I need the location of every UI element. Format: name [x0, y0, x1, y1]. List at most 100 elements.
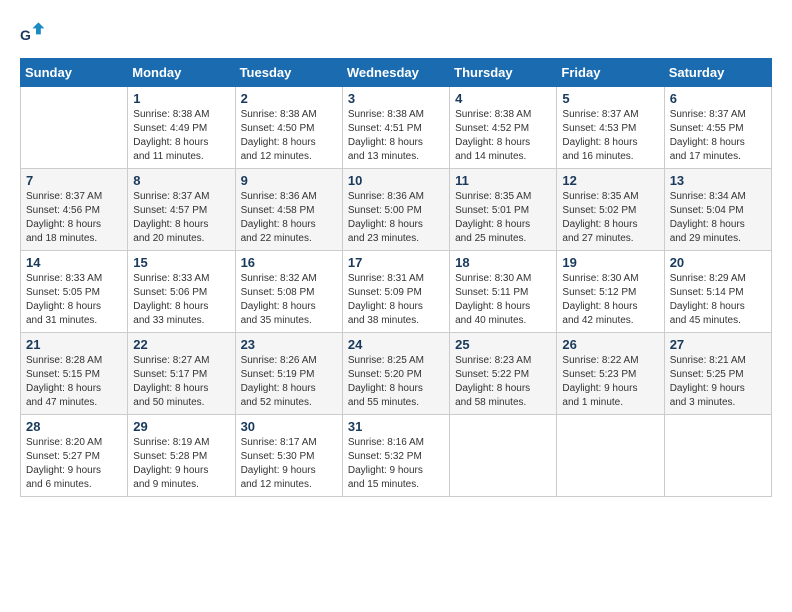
day-number: 10 [348, 173, 444, 188]
day-number: 3 [348, 91, 444, 106]
day-number: 11 [455, 173, 551, 188]
day-cell: 16 Sunrise: 8:32 AM Sunset: 5:08 PM Dayli… [235, 251, 342, 333]
day-number: 23 [241, 337, 337, 352]
day-number: 21 [26, 337, 122, 352]
day-number: 22 [133, 337, 229, 352]
day-number: 1 [133, 91, 229, 106]
day-cell: 5Sunrise: 8:37 AM Sunset: 4:53 PM Daylig… [557, 87, 664, 169]
week-row-0: 1 Sunrise: 8:38 AM Sunset: 4:49 PM Daylig… [21, 87, 772, 169]
day-cell: 22 Sunrise: 8:27 AM Sunset: 5:17 PM Dayli… [128, 333, 235, 415]
day-cell: 9Sunrise: 8:36 AM Sunset: 4:58 PM Daylig… [235, 169, 342, 251]
day-number: 2 [241, 91, 337, 106]
day-cell [557, 415, 664, 497]
day-cell [21, 87, 128, 169]
day-cell: 20 Sunrise: 8:29 AM Sunset: 5:14 PM Dayli… [664, 251, 771, 333]
logo-icon: G [20, 20, 48, 48]
day-number: 25 [455, 337, 551, 352]
day-cell: 19 Sunrise: 8:30 AM Sunset: 5:12 PM Dayli… [557, 251, 664, 333]
day-info: Sunrise: 8:30 AM Sunset: 5:12 PM Dayligh… [562, 272, 658, 328]
day-info: Sunrise: 8:31 AM Sunset: 5:09 PM Dayligh… [348, 272, 444, 328]
day-cell: 12Sunrise: 8:35 AM Sunset: 5:02 PM Dayli… [557, 169, 664, 251]
day-number: 24 [348, 337, 444, 352]
day-number: 8 [133, 173, 229, 188]
week-row-1: 7 Sunrise: 8:37 AM Sunset: 4:56 PM Daylig… [21, 169, 772, 251]
day-info: Sunrise: 8:35 AM Sunset: 5:02 PM Dayligh… [562, 190, 658, 246]
col-friday: Friday [557, 59, 664, 87]
col-thursday: Thursday [450, 59, 557, 87]
day-cell: 26 Sunrise: 8:22 AM Sunset: 5:23 PM Dayli… [557, 333, 664, 415]
logo: G [20, 20, 52, 48]
day-number: 15 [133, 255, 229, 270]
week-row-4: 28 Sunrise: 8:20 AM Sunset: 5:27 PM Dayli… [21, 415, 772, 497]
day-info: Sunrise: 8:38 AM Sunset: 4:49 PM Dayligh… [133, 108, 229, 164]
day-cell: 2 Sunrise: 8:38 AM Sunset: 4:50 PM Daylig… [235, 87, 342, 169]
day-cell: 7 Sunrise: 8:37 AM Sunset: 4:56 PM Daylig… [21, 169, 128, 251]
day-number: 13 [670, 173, 766, 188]
day-cell: 21 Sunrise: 8:28 AM Sunset: 5:15 PM Dayli… [21, 333, 128, 415]
day-info: Sunrise: 8:37 AM Sunset: 4:57 PM Dayligh… [133, 190, 229, 246]
day-cell: 15Sunrise: 8:33 AM Sunset: 5:06 PM Dayli… [128, 251, 235, 333]
day-number: 14 [26, 255, 122, 270]
day-cell: 4Sunrise: 8:38 AM Sunset: 4:52 PM Daylig… [450, 87, 557, 169]
day-cell: 28 Sunrise: 8:20 AM Sunset: 5:27 PM Dayli… [21, 415, 128, 497]
day-cell [664, 415, 771, 497]
day-cell: 14 Sunrise: 8:33 AM Sunset: 5:05 PM Dayli… [21, 251, 128, 333]
day-number: 18 [455, 255, 551, 270]
header-row: Sunday Monday Tuesday Wednesday Thursday… [21, 59, 772, 87]
day-number: 6 [670, 91, 766, 106]
week-row-3: 21 Sunrise: 8:28 AM Sunset: 5:15 PM Dayli… [21, 333, 772, 415]
day-number: 7 [26, 173, 122, 188]
day-info: Sunrise: 8:38 AM Sunset: 4:51 PM Dayligh… [348, 108, 444, 164]
day-number: 31 [348, 419, 444, 434]
day-cell: 6Sunrise: 8:37 AM Sunset: 4:55 PM Daylig… [664, 87, 771, 169]
day-cell: 11 Sunrise: 8:35 AM Sunset: 5:01 PM Dayli… [450, 169, 557, 251]
day-number: 27 [670, 337, 766, 352]
day-cell: 25 Sunrise: 8:23 AM Sunset: 5:22 PM Dayli… [450, 333, 557, 415]
day-info: Sunrise: 8:38 AM Sunset: 4:50 PM Dayligh… [241, 108, 337, 164]
day-info: Sunrise: 8:37 AM Sunset: 4:56 PM Dayligh… [26, 190, 122, 246]
day-number: 5 [562, 91, 658, 106]
day-cell: 27 Sunrise: 8:21 AM Sunset: 5:25 PM Dayli… [664, 333, 771, 415]
day-number: 26 [562, 337, 658, 352]
day-info: Sunrise: 8:26 AM Sunset: 5:19 PM Dayligh… [241, 354, 337, 410]
day-cell: 23 Sunrise: 8:26 AM Sunset: 5:19 PM Dayli… [235, 333, 342, 415]
day-number: 16 [241, 255, 337, 270]
day-cell: 1 Sunrise: 8:38 AM Sunset: 4:49 PM Daylig… [128, 87, 235, 169]
day-info: Sunrise: 8:27 AM Sunset: 5:17 PM Dayligh… [133, 354, 229, 410]
day-info: Sunrise: 8:28 AM Sunset: 5:15 PM Dayligh… [26, 354, 122, 410]
day-number: 30 [241, 419, 337, 434]
day-info: Sunrise: 8:20 AM Sunset: 5:27 PM Dayligh… [26, 436, 122, 492]
day-cell: 30 Sunrise: 8:17 AM Sunset: 5:30 PM Dayli… [235, 415, 342, 497]
svg-text:G: G [20, 27, 31, 43]
col-saturday: Saturday [664, 59, 771, 87]
day-number: 17 [348, 255, 444, 270]
day-info: Sunrise: 8:16 AM Sunset: 5:32 PM Dayligh… [348, 436, 444, 492]
day-info: Sunrise: 8:23 AM Sunset: 5:22 PM Dayligh… [455, 354, 551, 410]
day-info: Sunrise: 8:19 AM Sunset: 5:28 PM Dayligh… [133, 436, 229, 492]
calendar-header: Sunday Monday Tuesday Wednesday Thursday… [21, 59, 772, 87]
day-number: 4 [455, 91, 551, 106]
day-info: Sunrise: 8:36 AM Sunset: 5:00 PM Dayligh… [348, 190, 444, 246]
day-number: 20 [670, 255, 766, 270]
day-cell: 13Sunrise: 8:34 AM Sunset: 5:04 PM Dayli… [664, 169, 771, 251]
day-info: Sunrise: 8:32 AM Sunset: 5:08 PM Dayligh… [241, 272, 337, 328]
col-monday: Monday [128, 59, 235, 87]
day-number: 29 [133, 419, 229, 434]
day-info: Sunrise: 8:35 AM Sunset: 5:01 PM Dayligh… [455, 190, 551, 246]
week-row-2: 14 Sunrise: 8:33 AM Sunset: 5:05 PM Dayli… [21, 251, 772, 333]
day-number: 28 [26, 419, 122, 434]
day-number: 9 [241, 173, 337, 188]
col-tuesday: Tuesday [235, 59, 342, 87]
day-info: Sunrise: 8:30 AM Sunset: 5:11 PM Dayligh… [455, 272, 551, 328]
day-info: Sunrise: 8:21 AM Sunset: 5:25 PM Dayligh… [670, 354, 766, 410]
day-number: 19 [562, 255, 658, 270]
day-cell: 17 Sunrise: 8:31 AM Sunset: 5:09 PM Dayli… [342, 251, 449, 333]
day-cell: 10 Sunrise: 8:36 AM Sunset: 5:00 PM Dayli… [342, 169, 449, 251]
day-cell: 8 Sunrise: 8:37 AM Sunset: 4:57 PM Daylig… [128, 169, 235, 251]
day-info: Sunrise: 8:29 AM Sunset: 5:14 PM Dayligh… [670, 272, 766, 328]
day-info: Sunrise: 8:22 AM Sunset: 5:23 PM Dayligh… [562, 354, 658, 410]
day-info: Sunrise: 8:33 AM Sunset: 5:05 PM Dayligh… [26, 272, 122, 328]
day-info: Sunrise: 8:17 AM Sunset: 5:30 PM Dayligh… [241, 436, 337, 492]
day-cell [450, 415, 557, 497]
calendar-table: Sunday Monday Tuesday Wednesday Thursday… [20, 58, 772, 497]
